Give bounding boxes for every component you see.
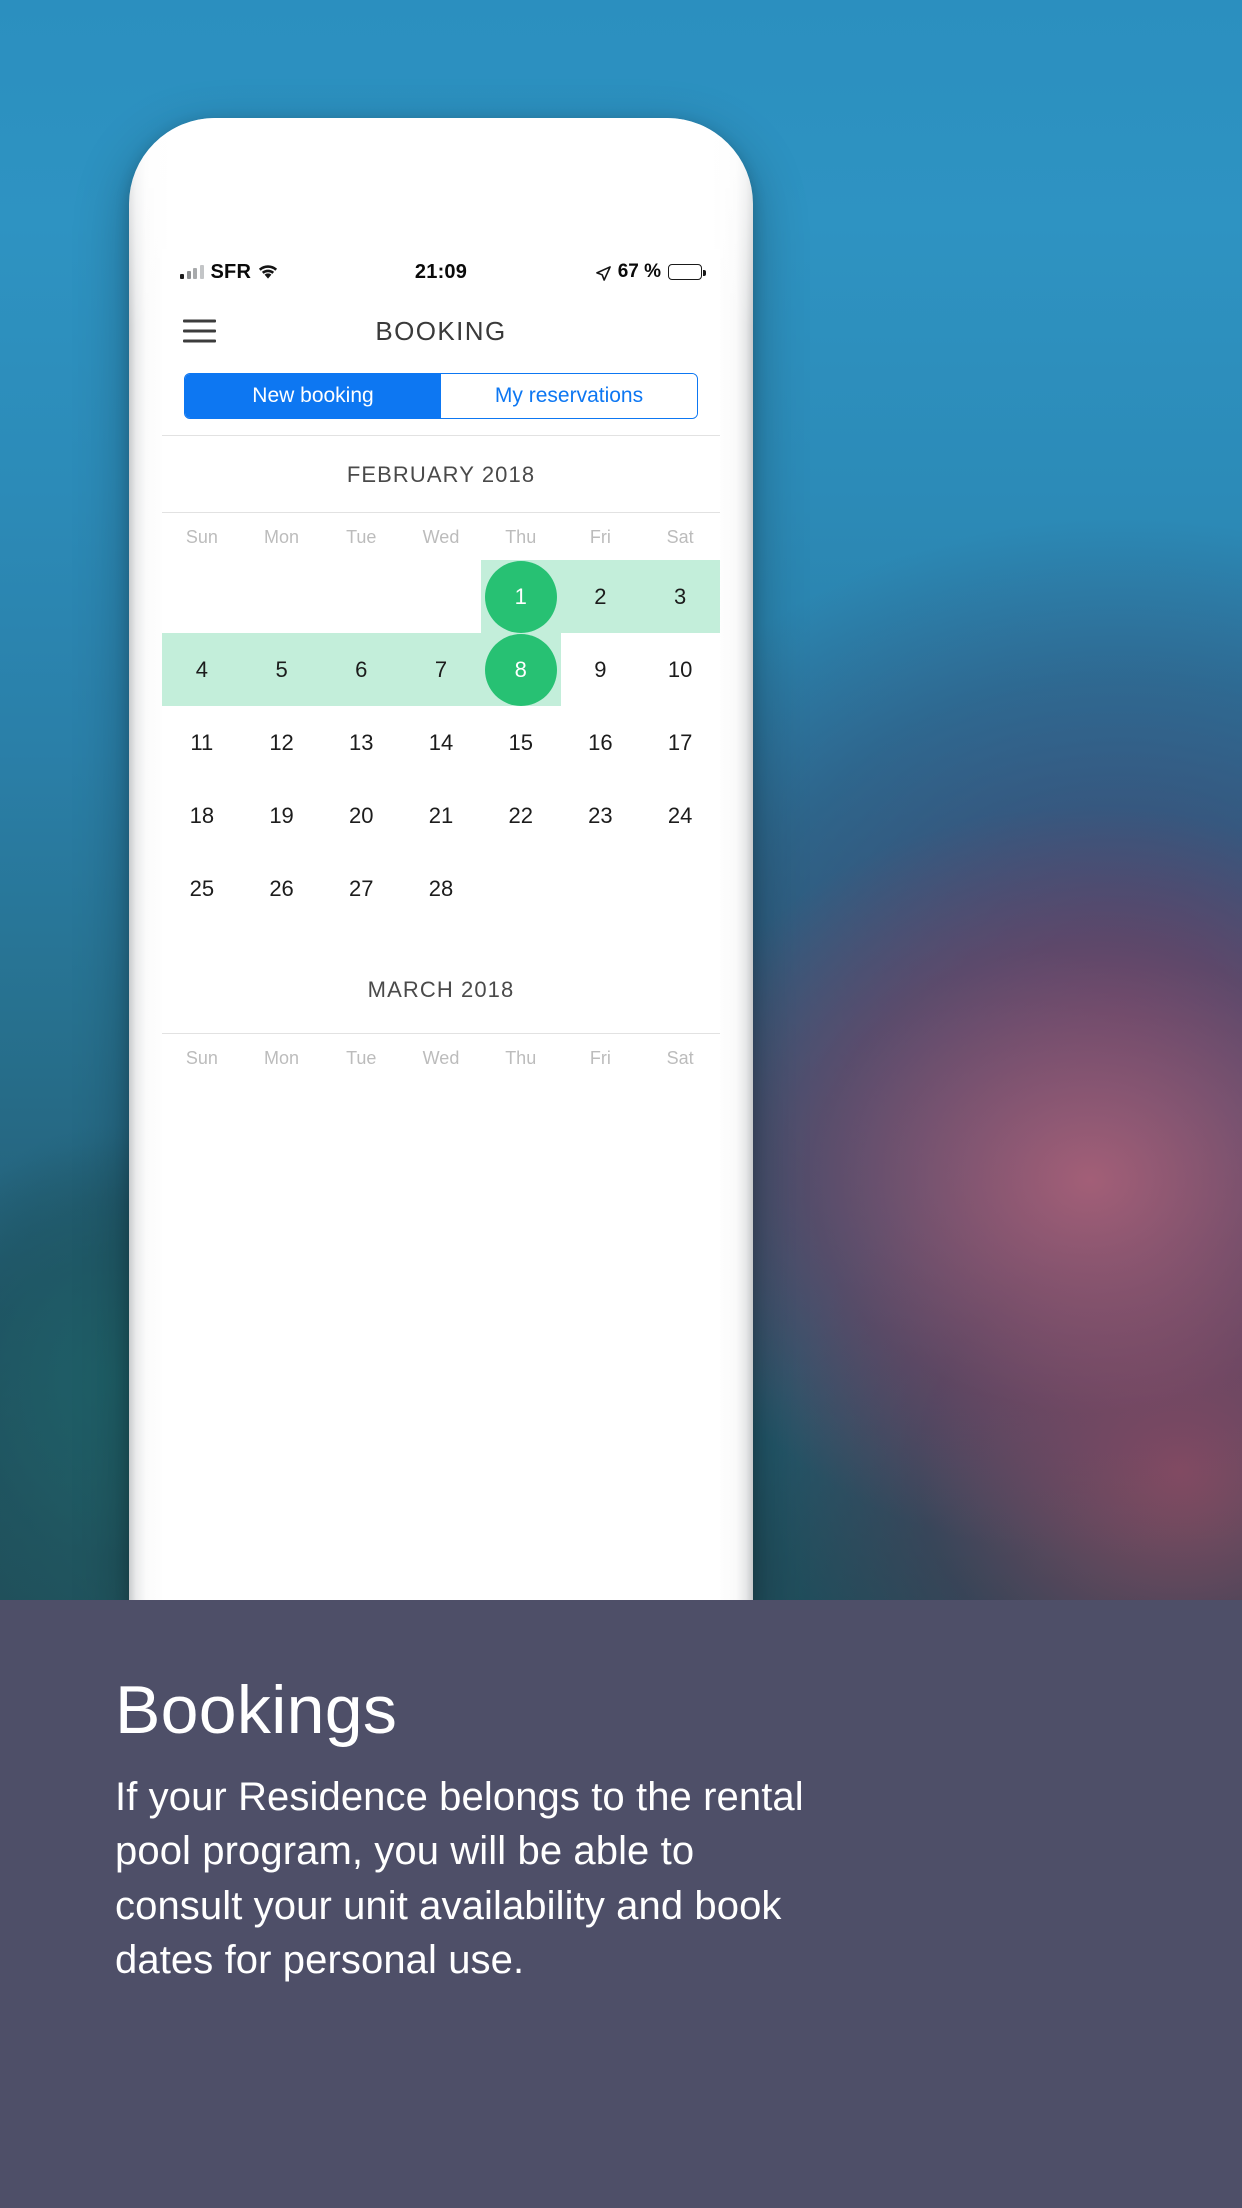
weekday-thu: Thu xyxy=(505,527,537,547)
weekday-wed: Wed xyxy=(422,527,460,547)
calendar-day[interactable]: 21 xyxy=(401,779,481,852)
calendar-day xyxy=(321,560,401,633)
wifi-icon xyxy=(258,264,278,280)
weekday-tue: Tue xyxy=(346,1048,377,1068)
caption-panel: Bookings If your Residence belongs to th… xyxy=(0,1600,1242,2208)
weekday-sat: Sat xyxy=(666,1048,694,1068)
calendar-day[interactable]: 14 xyxy=(401,706,481,779)
segmented-control: New booking My reservations xyxy=(184,373,698,419)
status-bar-right: 67 % xyxy=(595,261,706,283)
calendar: FEBRUARY 2018 Sun Mon Tue Wed Thu Fri Sa… xyxy=(162,436,720,1081)
calendar-day[interactable]: 13 xyxy=(321,706,401,779)
calendar-day[interactable]: 11 xyxy=(162,706,242,779)
calendar-day[interactable]: 20 xyxy=(321,779,401,852)
phone-screen: SFR 21:09 67 % BOOKING New booking My re… xyxy=(162,249,720,1608)
carrier-label: SFR xyxy=(210,260,252,283)
weekday-fri: Fri xyxy=(589,527,611,547)
calendar-day[interactable]: 3 xyxy=(640,560,720,633)
calendar-day xyxy=(401,560,481,633)
battery-percent-label: 67 % xyxy=(617,261,661,282)
hamburger-menu-icon[interactable] xyxy=(183,319,216,343)
calendar-day[interactable]: 23 xyxy=(561,779,641,852)
calendar-day[interactable]: 25 xyxy=(162,852,242,925)
calendar-week-row: 18 19 20 21 22 23 24 xyxy=(162,779,720,852)
calendar-week-row: 2 3 1 xyxy=(162,560,720,633)
calendar-day xyxy=(481,852,561,925)
weekday-wed: Wed xyxy=(422,1048,460,1068)
calendar-day xyxy=(242,560,322,633)
caption-heading: Bookings xyxy=(115,1672,398,1748)
calendar-day[interactable]: 27 xyxy=(321,852,401,925)
calendar-day[interactable]: 15 xyxy=(481,706,561,779)
calendar-day[interactable]: 4 xyxy=(162,633,242,706)
calendar-day[interactable]: 6 xyxy=(321,633,401,706)
battery-icon xyxy=(668,264,706,280)
calendar-day[interactable]: 12 xyxy=(242,706,322,779)
calendar-day xyxy=(640,852,720,925)
page-title: BOOKING xyxy=(375,315,507,346)
weekday-sat: Sat xyxy=(666,527,694,547)
weekday-mon: Mon xyxy=(264,527,300,547)
calendar-day[interactable]: 19 xyxy=(242,779,322,852)
calendar-day[interactable]: 7 xyxy=(401,633,481,706)
calendar-week-row: 25 26 27 28 xyxy=(162,852,720,925)
weekday-header-march: Sun Mon Tue Wed Thu Fri Sat xyxy=(162,1034,720,1081)
month-title-march: MARCH 2018 xyxy=(367,977,515,1002)
tab-my-reservations[interactable]: My reservations xyxy=(441,374,697,418)
selection-end-pill[interactable]: 8 xyxy=(484,633,557,706)
calendar-week-row: 4 5 6 7 9 10 8 xyxy=(162,633,720,706)
calendar-day xyxy=(561,852,641,925)
phone-device-frame: SFR 21:09 67 % BOOKING New booking My re… xyxy=(129,118,753,1608)
weekday-thu: Thu xyxy=(505,1048,537,1068)
calendar-day[interactable]: 28 xyxy=(401,852,481,925)
segmented-control-wrapper: New booking My reservations xyxy=(162,367,720,435)
status-bar: SFR 21:09 67 % xyxy=(162,249,720,295)
calendar-day[interactable]: 17 xyxy=(640,706,720,779)
calendar-day xyxy=(162,560,242,633)
calendar-day[interactable]: 16 xyxy=(561,706,641,779)
weekday-header-february: Sun Mon Tue Wed Thu Fri Sat xyxy=(162,513,720,560)
calendar-day[interactable]: 10 xyxy=(640,633,720,706)
month-title-february: FEBRUARY 2018 xyxy=(346,462,536,487)
weekday-tue: Tue xyxy=(346,527,377,547)
calendar-day[interactable]: 26 xyxy=(242,852,322,925)
tab-new-booking[interactable]: New booking xyxy=(185,374,441,418)
app-navigation-bar: BOOKING xyxy=(162,295,720,367)
caption-body: If your Residence belongs to the rental … xyxy=(115,1775,804,1983)
weekday-sun: Sun xyxy=(185,527,218,547)
weekday-sun: Sun xyxy=(185,1048,218,1068)
calendar-day[interactable]: 24 xyxy=(640,779,720,852)
calendar-week-row: 11 12 13 14 15 16 17 xyxy=(162,706,720,779)
calendar-day[interactable]: 18 xyxy=(162,779,242,852)
calendar-day[interactable]: 22 xyxy=(481,779,561,852)
calendar-day[interactable]: 2 xyxy=(561,560,641,633)
selection-start-pill[interactable]: 1 xyxy=(484,560,557,633)
signal-bars-icon xyxy=(180,264,204,279)
calendar-day[interactable]: 5 xyxy=(242,633,322,706)
calendar-day[interactable]: 9 xyxy=(561,633,641,706)
weekday-mon: Mon xyxy=(264,1048,300,1068)
location-arrow-icon xyxy=(595,265,611,281)
weekday-fri: Fri xyxy=(589,1048,611,1068)
status-bar-left: SFR xyxy=(180,261,278,284)
